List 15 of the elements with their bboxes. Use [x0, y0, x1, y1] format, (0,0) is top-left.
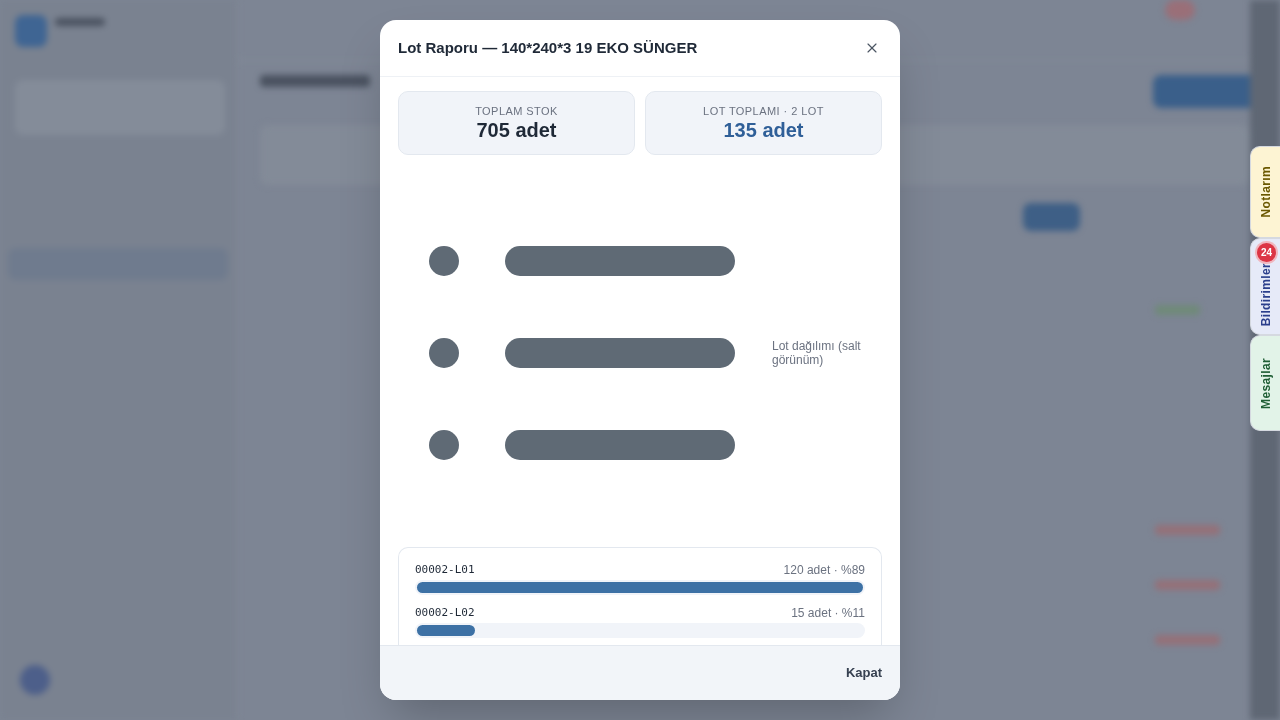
chart-caption: Lot dağılımı (salt görünüm): [772, 339, 862, 367]
dialog-title: Lot Raporu — 140*240*3 19 EKO SÜNGER: [398, 37, 698, 58]
close-dialog-button[interactable]: Kapat: [831, 657, 896, 689]
stat-value: 135 adet: [723, 118, 804, 142]
side-tab[interactable]: Bildirimler 24: [1250, 238, 1280, 335]
notification-badge: 24: [1257, 243, 1276, 262]
stat-value: 705 adet: [476, 118, 557, 142]
side-tab[interactable]: Mesajlar: [1250, 335, 1280, 431]
lot-reading: 120 adet · %89: [783, 562, 865, 579]
lot-reading: 15 adet · %11: [791, 605, 865, 622]
lot-code: 00002-L01: [415, 561, 475, 578]
lot-code: 00002-L02: [415, 604, 475, 621]
stat-label: TOPLAM STOK: [475, 104, 558, 118]
stat-label: LOT TOPLAMI · 2 LOT: [703, 104, 824, 118]
side-tab[interactable]: Notlarım: [1250, 146, 1280, 238]
